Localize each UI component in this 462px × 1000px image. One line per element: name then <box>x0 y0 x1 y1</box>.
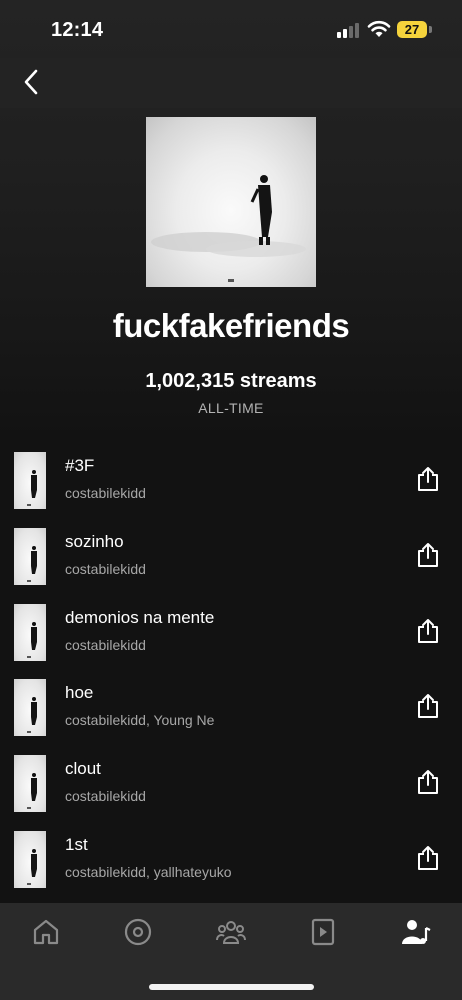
album-title: fuckfakefriends <box>112 307 350 344</box>
track-thumbnail <box>14 527 46 585</box>
stream-count: 1,002,315 streams <box>145 370 317 392</box>
track-row[interactable]: hoe costabilekidd, Young Ne <box>0 675 462 751</box>
artist-music-icon[interactable] <box>400 916 432 948</box>
track-row[interactable]: #3F costabilekidd <box>0 448 462 524</box>
share-icon[interactable] <box>416 466 440 492</box>
video-icon[interactable] <box>307 916 339 948</box>
track-artist: costabilekidd <box>65 560 146 577</box>
status-time: 12:14 <box>51 19 104 41</box>
track-thumbnail <box>14 603 46 661</box>
track-row[interactable]: demonios na mente costabilekidd <box>0 600 462 676</box>
track-artist: costabilekidd, yallhateyuko <box>65 863 232 880</box>
album-cover <box>146 117 316 287</box>
battery-indicator: 27 <box>397 21 427 38</box>
track-row[interactable]: clout costabilekidd <box>0 751 462 827</box>
track-artist: costabilekidd, Young Ne <box>65 712 215 729</box>
track-thumbnail <box>14 679 46 737</box>
back-button[interactable] <box>16 66 48 98</box>
home-icon[interactable] <box>30 916 62 948</box>
battery-tip <box>429 26 432 33</box>
share-icon[interactable] <box>416 542 440 568</box>
track-artist: costabilekidd <box>65 485 146 501</box>
track-list: #3F costabilekidd sozinho costabilekidd … <box>0 448 462 903</box>
track-title: sozinho <box>65 531 124 551</box>
share-icon[interactable] <box>416 845 440 871</box>
track-title: hoe <box>65 683 94 703</box>
nav-bar <box>0 58 462 108</box>
track-title: #3F <box>65 456 95 475</box>
track-artist: costabilekidd <box>65 636 146 653</box>
cellular-signal-icon <box>337 22 361 38</box>
status-bar: 12:14 27 <box>0 0 462 58</box>
track-thumbnail <box>14 755 46 813</box>
track-title: demonios na mente <box>65 607 215 627</box>
share-icon[interactable] <box>416 693 440 719</box>
disc-icon[interactable] <box>122 916 154 948</box>
wifi-icon <box>367 20 391 37</box>
track-title: 1st <box>65 834 88 854</box>
track-row[interactable]: sozinho costabilekidd <box>0 524 462 600</box>
home-indicator <box>149 984 314 990</box>
time-period-label: ALL-TIME <box>198 400 264 416</box>
track-artist: costabilekidd <box>65 788 146 805</box>
album-cover-art <box>151 175 306 282</box>
share-icon[interactable] <box>416 618 440 644</box>
share-icon[interactable] <box>416 769 440 795</box>
track-title: clout <box>65 759 101 779</box>
track-thumbnail <box>14 452 46 509</box>
track-thumbnail <box>14 830 46 888</box>
track-row[interactable]: 1st costabilekidd, yallhateyuko <box>0 827 462 903</box>
audience-icon[interactable] <box>215 916 247 948</box>
